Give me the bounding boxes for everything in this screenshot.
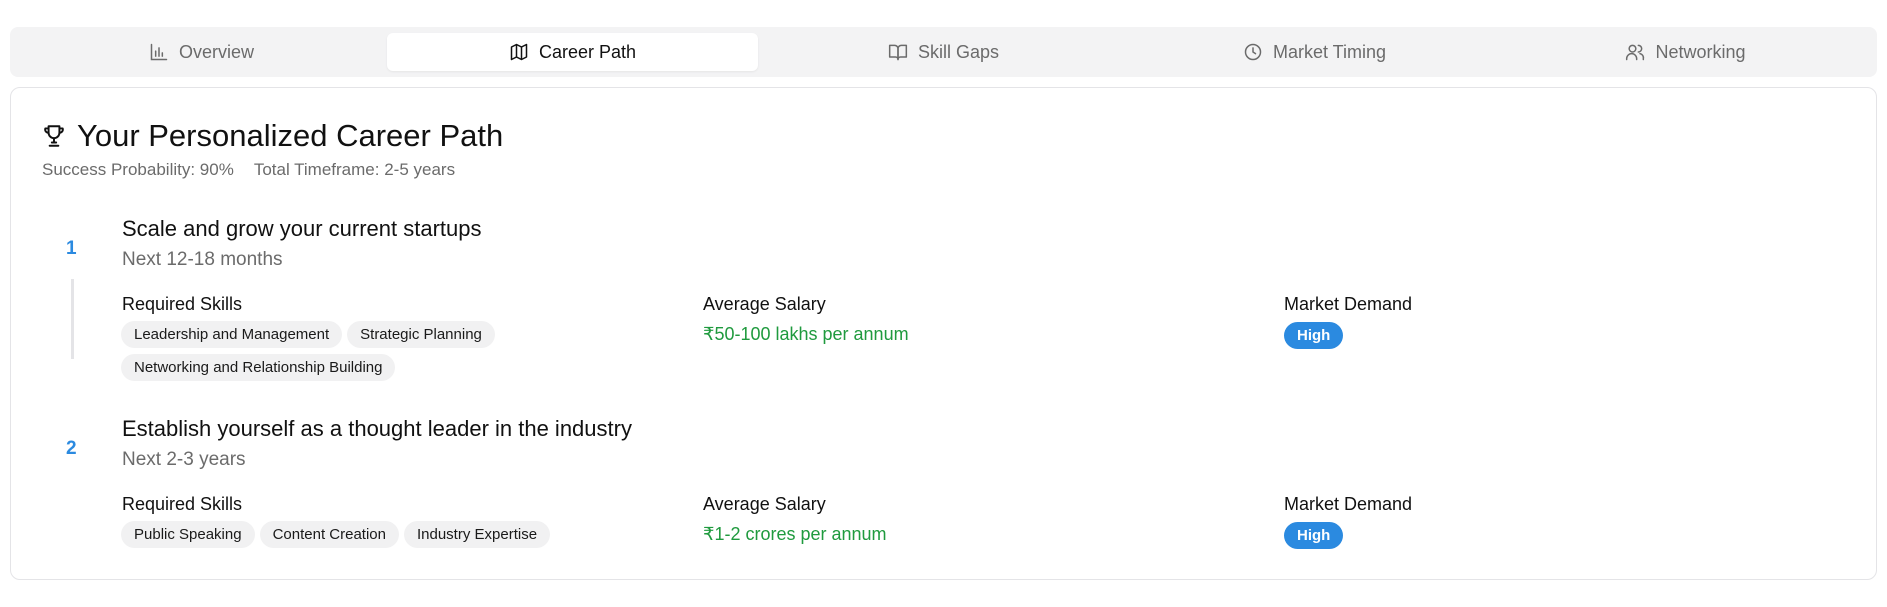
step-number: 1 (66, 238, 77, 259)
tab-skill-gaps-label: Skill Gaps (917, 41, 1000, 62)
market-demand-label: Market Demand (1284, 294, 1413, 314)
step-timeframe: Next 2-3 years (122, 449, 246, 470)
step-connector (71, 279, 74, 359)
tab-market-timing-label: Market Timing (1272, 41, 1387, 62)
success-probability: Success Probability: 90% (42, 160, 234, 179)
career-path-card: Your Personalized Career Path Success Pr… (10, 87, 1877, 580)
step-number: 2 (66, 438, 77, 459)
market-demand-label: Market Demand (1284, 494, 1413, 514)
tab-networking[interactable]: Networking (1500, 33, 1871, 71)
clock-icon (1244, 43, 1262, 61)
required-skills-label: Required Skills (122, 494, 243, 514)
skill-chip: Content Creation (259, 521, 399, 548)
skill-chip: Strategic Planning (347, 321, 495, 348)
map-icon (510, 43, 528, 61)
bar-chart-icon (150, 43, 168, 61)
total-timeframe: Total Timeframe: 2-5 years (253, 160, 456, 179)
page-title: Your Personalized Career Path (77, 118, 504, 153)
tab-career-path[interactable]: Career Path (387, 33, 758, 71)
tab-overview[interactable]: Overview (16, 33, 387, 71)
demand-badge: High (1284, 322, 1344, 349)
tab-skill-gaps[interactable]: Skill Gaps (758, 33, 1129, 71)
tab-overview-label: Overview (178, 41, 254, 62)
tab-networking-label: Networking (1655, 41, 1746, 62)
book-icon (888, 44, 908, 61)
demand-badge: High (1284, 522, 1344, 549)
skill-chips: Public Speaking Content Creation Industr… (121, 521, 621, 548)
average-salary-label: Average Salary (703, 294, 826, 314)
card-header: Your Personalized Career Path (41, 118, 503, 154)
trophy-icon (44, 125, 64, 147)
salary-value: ₹1-2 crores per annum (703, 524, 887, 544)
tab-market-timing[interactable]: Market Timing (1129, 33, 1500, 71)
path-meta: Success Probability: 90% Total Timeframe… (42, 160, 455, 180)
salary-value: ₹50-100 lakhs per annum (703, 324, 909, 344)
step-timeframe: Next 12-18 months (122, 249, 283, 270)
tab-career-path-label: Career Path (538, 41, 637, 62)
tab-bar: Overview Career Path Skill Gaps Market T… (10, 27, 1877, 77)
average-salary-label: Average Salary (703, 494, 826, 514)
step-title: Establish yourself as a thought leader i… (122, 416, 632, 441)
required-skills-label: Required Skills (122, 294, 243, 314)
skill-chip: Public Speaking (121, 521, 255, 548)
users-icon (1626, 44, 1645, 61)
skill-chip: Leadership and Management (121, 321, 343, 348)
skill-chip: Industry Expertise (403, 521, 551, 548)
skill-chips: Leadership and Management Strategic Plan… (121, 321, 621, 381)
step-title: Scale and grow your current startups (122, 216, 482, 241)
skill-chip: Networking and Relationship Building (121, 354, 396, 381)
